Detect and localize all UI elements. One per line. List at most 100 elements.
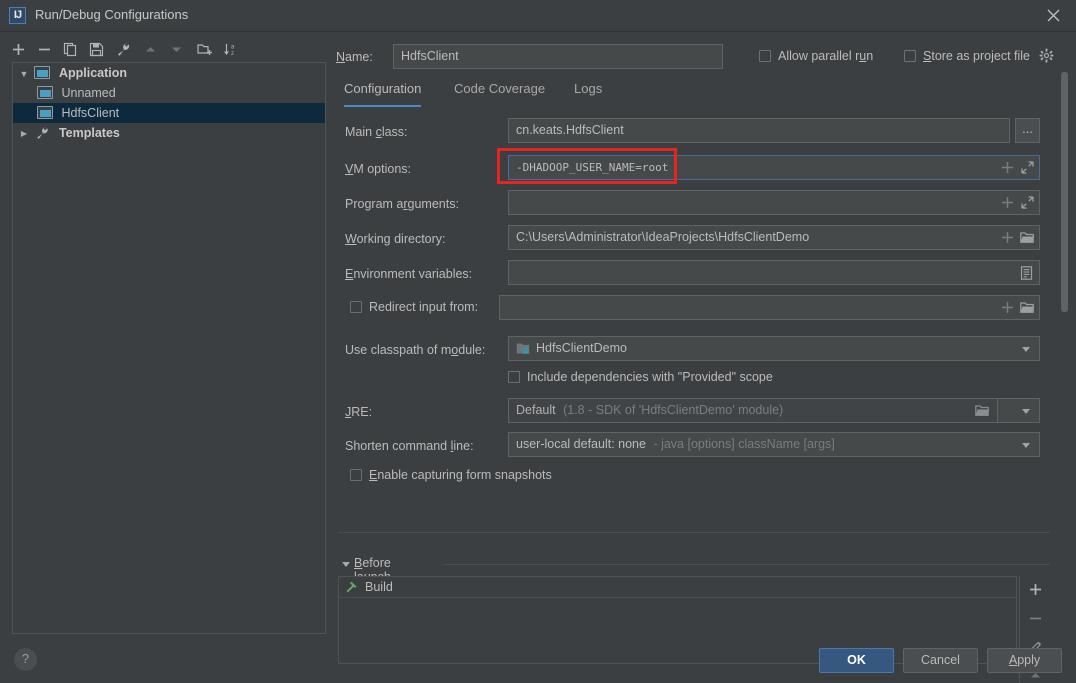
- jre-hint: (1.8 - SDK of 'HdfsClientDemo' module): [563, 403, 784, 417]
- include-provided-scope-label: Include dependencies with "Provided" sco…: [527, 370, 773, 384]
- program-arguments-label: Program arguments:: [345, 197, 459, 211]
- wrench-icon: [34, 126, 50, 139]
- tree-node-label: Application: [58, 66, 128, 80]
- expand-macros-icon[interactable]: [1001, 301, 1014, 317]
- store-as-project-file-checkbox[interactable]: Store as project file: [904, 49, 1030, 63]
- tab-logs[interactable]: Logs: [574, 78, 602, 105]
- use-classpath-label: Use classpath of module:: [345, 343, 486, 357]
- jre-label: JRE:: [345, 405, 373, 419]
- allow-parallel-run-label: Allow parallel run: [778, 49, 874, 63]
- redirect-input-checkbox[interactable]: Redirect input from:: [350, 300, 478, 314]
- window-title: Run/Debug Configurations: [35, 7, 189, 22]
- expand-macros-icon[interactable]: [1001, 196, 1014, 212]
- vm-options-label: VM options:: [345, 162, 412, 176]
- apply-button[interactable]: Apply: [987, 648, 1062, 673]
- name-input[interactable]: HdfsClient: [393, 44, 723, 69]
- expand-macros-icon[interactable]: [1001, 231, 1014, 247]
- edit-env-variables-icon[interactable]: [1020, 266, 1033, 283]
- add-configuration-button[interactable]: [8, 38, 30, 62]
- editor-scrollbar[interactable]: [1058, 36, 1071, 634]
- main-class-label: Main class:: [345, 125, 408, 139]
- working-directory-label: Working directory:: [345, 232, 446, 246]
- jre-value: Default: [516, 403, 556, 417]
- add-task-button[interactable]: [1024, 578, 1048, 602]
- tree-node-templates[interactable]: ▶ Templates: [13, 123, 325, 143]
- tree-node-label: Templates: [58, 126, 120, 140]
- expand-twisty-icon[interactable]: ▼: [17, 64, 31, 84]
- intellij-idea-icon: IJ: [9, 7, 26, 24]
- browse-folder-icon[interactable]: [975, 404, 990, 420]
- environment-variables-input[interactable]: [508, 260, 1040, 285]
- create-folder-button[interactable]: [194, 38, 216, 62]
- tree-node-application[interactable]: ▼ Application: [13, 63, 325, 83]
- expand-editor-icon[interactable]: [1021, 161, 1034, 177]
- save-configuration-button[interactable]: [86, 38, 108, 62]
- sort-configurations-button[interactable]: a z: [220, 38, 242, 62]
- checkbox-box: [508, 371, 520, 383]
- expand-editor-icon[interactable]: [1021, 196, 1034, 212]
- tab-code-coverage[interactable]: Code Coverage: [454, 78, 545, 105]
- include-provided-scope-checkbox[interactable]: Include dependencies with "Provided" sco…: [508, 370, 773, 384]
- tree-node-unnamed[interactable]: Unnamed: [13, 83, 325, 103]
- jre-combo[interactable]: Default (1.8 - SDK of 'HdfsClientDemo' m…: [508, 398, 998, 423]
- move-down-button[interactable]: [166, 38, 188, 62]
- enable-form-snapshots-checkbox[interactable]: Enable capturing form snapshots: [350, 468, 552, 482]
- configurations-toolbar: a z: [8, 38, 328, 64]
- shorten-command-line-value: user-local default: none: [516, 437, 646, 451]
- shorten-command-line-label: Shorten command line:: [345, 439, 474, 453]
- chevron-down-icon[interactable]: [342, 562, 350, 567]
- tree-node-hdfsclient[interactable]: HdfsClient: [13, 103, 325, 123]
- chevron-down-icon[interactable]: [1022, 443, 1030, 448]
- run-debug-configurations-dialog: IJ Run/Debug Configurations a z ▼ Applic…: [0, 0, 1076, 683]
- cancel-button[interactable]: Cancel: [903, 648, 978, 673]
- svg-text:a: a: [231, 45, 235, 51]
- remove-task-button[interactable]: [1024, 607, 1048, 631]
- application-icon: [34, 66, 51, 79]
- build-hammer-icon: [345, 580, 359, 600]
- program-arguments-input[interactable]: [508, 190, 1040, 215]
- copy-configuration-button[interactable]: [60, 38, 82, 62]
- scrollbar-thumb[interactable]: [1061, 72, 1068, 312]
- move-up-button[interactable]: [140, 38, 162, 62]
- main-class-input[interactable]: cn.keats.HdfsClient: [508, 118, 1010, 143]
- tab-configuration[interactable]: Configuration: [344, 78, 422, 107]
- task-label: Build: [365, 580, 393, 594]
- shorten-command-line-combo[interactable]: user-local default: none - java [options…: [508, 432, 1040, 457]
- section-divider: [338, 532, 1050, 533]
- configuration-editor-panel: Name: HdfsClient Allow parallel run Stor…: [336, 36, 1058, 683]
- ok-button[interactable]: OK: [819, 648, 894, 673]
- editor-tabs: Configuration Code Coverage Logs: [336, 78, 1058, 107]
- redirect-input-label: Redirect input from:: [369, 300, 479, 314]
- chevron-down-icon[interactable]: [1022, 347, 1030, 352]
- wrench-icon[interactable]: [112, 38, 134, 62]
- configurations-tree[interactable]: ▼ Application Unnamed HdfsClient ▶ Templ…: [12, 62, 326, 634]
- browse-folder-icon[interactable]: [1020, 301, 1035, 317]
- redirect-input-field[interactable]: [499, 295, 1040, 320]
- expand-macros-icon[interactable]: [1001, 161, 1014, 177]
- browse-main-class-button[interactable]: ...: [1015, 118, 1040, 143]
- checkbox-box: [350, 469, 362, 481]
- module-icon: [516, 342, 530, 355]
- module-combo[interactable]: HdfsClientDemo: [508, 336, 1040, 361]
- checkbox-box: [759, 50, 771, 62]
- tree-node-label: HdfsClient: [61, 106, 120, 120]
- store-as-project-file-label: Store as project file: [923, 49, 1031, 63]
- application-icon: [37, 86, 53, 99]
- name-label: Name:: [336, 50, 373, 64]
- browse-folder-icon[interactable]: [1020, 231, 1035, 247]
- checkbox-box: [350, 301, 362, 313]
- remove-configuration-button[interactable]: [34, 38, 56, 62]
- vm-options-input[interactable]: -DHADOOP_USER_NAME=root: [508, 155, 1040, 180]
- chevron-down-icon[interactable]: [1022, 409, 1030, 414]
- jre-dropdown-button[interactable]: [997, 398, 1040, 423]
- working-directory-input[interactable]: C:\Users\Administrator\IdeaProjects\Hdfs…: [508, 225, 1040, 250]
- gear-icon[interactable]: [1039, 48, 1055, 64]
- allow-parallel-run-checkbox[interactable]: Allow parallel run: [759, 49, 873, 63]
- close-icon[interactable]: [1030, 0, 1076, 31]
- help-button[interactable]: ?: [14, 648, 37, 671]
- checkbox-box: [904, 50, 916, 62]
- shorten-command-line-hint: - java [options] className [args]: [653, 437, 835, 451]
- collapse-twisty-icon[interactable]: ▶: [17, 124, 31, 144]
- before-launch-divider: [443, 564, 1050, 565]
- list-item[interactable]: Build: [339, 577, 1016, 598]
